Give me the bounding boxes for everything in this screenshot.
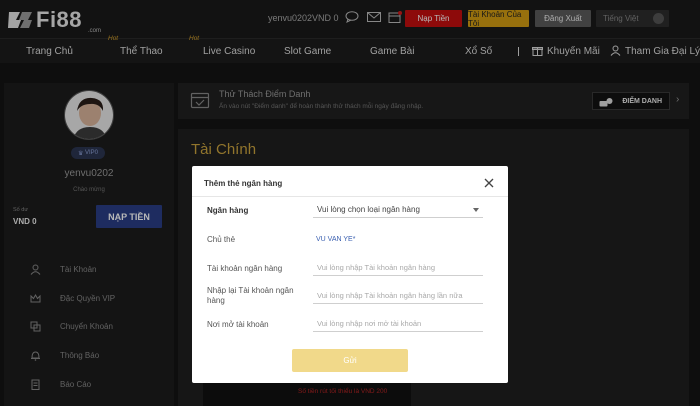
branch-input[interactable]: Vui lòng nhập nơi mở tài khoản: [313, 316, 483, 332]
holder-value: VU VAN YE*: [316, 236, 356, 243]
bank-select-value: Vui lòng chọn loại ngân hàng: [317, 205, 420, 214]
bank-label: Ngân hàng: [207, 206, 249, 215]
account-number-input[interactable]: Vui lòng nhập Tài khoản ngân hàng: [313, 260, 483, 276]
modal-title: Thêm thẻ ngân hàng: [204, 179, 283, 188]
chevron-down-icon: [473, 208, 479, 212]
confirm-account-placeholder: Vui lòng nhập Tài khoản ngân hàng lần nữ…: [317, 291, 463, 300]
modal-divider: [192, 196, 508, 197]
bank-select[interactable]: Vui lòng chọn loại ngân hàng: [313, 202, 483, 218]
account-number-placeholder: Vui lòng nhập Tài khoản ngân hàng: [317, 263, 436, 272]
account-number-label: Tài khoản ngân hàng: [207, 264, 283, 273]
holder-label: Chủ thẻ: [207, 235, 236, 244]
submit-button[interactable]: Gửi: [292, 349, 408, 372]
branch-placeholder: Vui lòng nhập nơi mở tài khoản: [317, 319, 422, 328]
confirm-account-label: Nhập lại Tài khoản ngân hàng: [207, 286, 294, 305]
close-icon[interactable]: [483, 177, 495, 189]
add-bank-card-modal: Thêm thẻ ngân hàng Ngân hàng Vui lòng ch…: [192, 166, 508, 383]
branch-label: Nơi mở tài khoản: [207, 320, 269, 329]
confirm-account-input[interactable]: Vui lòng nhập Tài khoản ngân hàng lần nữ…: [313, 288, 483, 304]
